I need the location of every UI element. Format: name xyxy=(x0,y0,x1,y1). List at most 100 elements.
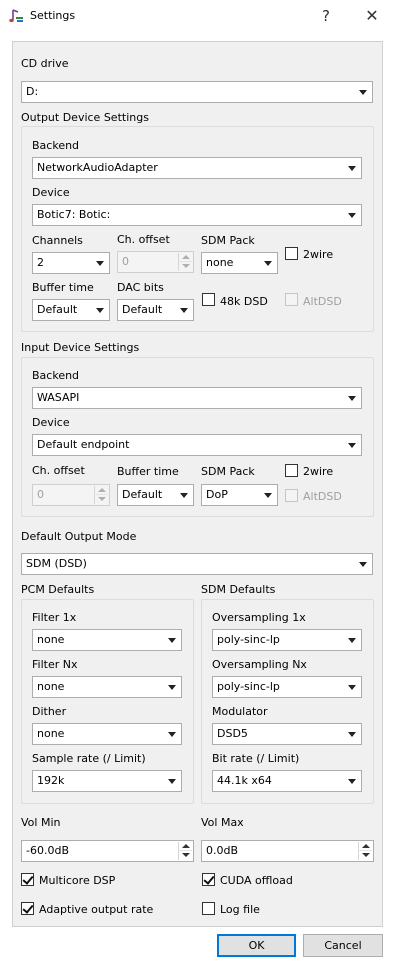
channels-select[interactable]: 2 xyxy=(32,252,110,274)
output-mode-select[interactable]: SDM (DSD) xyxy=(21,553,373,575)
chevron-down-icon xyxy=(359,562,367,567)
filter1x-select[interactable]: none xyxy=(32,629,182,651)
spin-down-icon[interactable] xyxy=(94,495,108,504)
chevron-down-icon xyxy=(96,261,104,266)
cancel-button[interactable]: Cancel xyxy=(303,934,383,957)
input-choffset-spinbox[interactable]: 0 xyxy=(32,484,110,506)
output-device-label: Device xyxy=(32,186,70,199)
vol-min-label: Vol Min xyxy=(21,816,61,829)
input-2wire-checkbox[interactable] xyxy=(285,464,298,477)
48k-dsd-checkbox[interactable] xyxy=(202,293,215,306)
multicore-dsp-checkbox[interactable] xyxy=(21,873,34,886)
sample-rate-label: Sample rate (/ Limit) xyxy=(32,752,146,765)
cuda-offload-checkbox[interactable] xyxy=(202,873,215,886)
log-file-label: Log file xyxy=(220,903,260,916)
multicore-dsp-label: Multicore DSP xyxy=(39,874,116,887)
spin-up-icon[interactable] xyxy=(178,253,192,262)
oversampling1x-label: Oversampling 1x xyxy=(212,611,306,624)
close-button[interactable]: ✕ xyxy=(360,4,384,28)
output-altdsd-label: AltDSD xyxy=(303,295,342,308)
input-device-value: Default endpoint xyxy=(37,438,130,451)
48k-dsd-label: 48k DSD xyxy=(220,295,268,308)
chevron-down-icon xyxy=(348,443,356,448)
spin-up-icon[interactable] xyxy=(178,842,192,851)
input-device-select[interactable]: Default endpoint xyxy=(32,434,362,456)
bit-rate-value: 44.1k x64 xyxy=(217,774,272,787)
chevron-down-icon xyxy=(348,779,356,784)
spin-up-icon[interactable] xyxy=(358,842,372,851)
input-2wire-label: 2wire xyxy=(303,465,334,478)
spin-up-icon[interactable] xyxy=(94,486,108,495)
output-choffset-label: Ch. offset xyxy=(117,233,170,246)
output-backend-label: Backend xyxy=(32,139,80,152)
output-backend-select[interactable]: NetworkAudioAdapter xyxy=(32,157,362,179)
output-group-title: Output Device Settings xyxy=(21,111,149,124)
sample-rate-select[interactable]: 192k xyxy=(32,770,182,792)
channels-value: 2 xyxy=(37,256,44,269)
output-buffer-label: Buffer time xyxy=(32,281,94,294)
filter1x-label: Filter 1x xyxy=(32,611,77,624)
output-device-select[interactable]: Botic7: Botic: xyxy=(32,204,362,226)
title-bar: Settings ? ✕ xyxy=(0,0,395,32)
bit-rate-label: Bit rate (/ Limit) xyxy=(212,752,300,765)
output-sdmpack-label: SDM Pack xyxy=(201,234,255,247)
input-backend-label: Backend xyxy=(32,369,80,382)
window-title: Settings xyxy=(30,9,76,22)
help-button[interactable]: ? xyxy=(314,4,338,28)
input-sdmpack-label: SDM Pack xyxy=(201,465,255,478)
chevron-down-icon xyxy=(168,732,176,737)
chevron-down-icon xyxy=(348,732,356,737)
filternx-select[interactable]: none xyxy=(32,676,182,698)
input-sdmpack-select[interactable]: DoP xyxy=(201,484,278,506)
input-device-label: Device xyxy=(32,416,70,429)
output-mode-value: SDM (DSD) xyxy=(26,557,87,570)
chevron-down-icon xyxy=(348,166,356,171)
chevron-down-icon xyxy=(348,213,356,218)
chevron-down-icon xyxy=(264,261,272,266)
cuda-offload-label: CUDA offload xyxy=(220,874,293,887)
cd-drive-select[interactable]: D: xyxy=(21,81,373,103)
chevron-down-icon xyxy=(264,493,272,498)
app-icon xyxy=(9,9,23,23)
input-group-title: Input Device Settings xyxy=(21,341,140,354)
output-device-value: Botic7: Botic: xyxy=(37,208,111,221)
chevron-down-icon xyxy=(168,779,176,784)
ok-button[interactable]: OK xyxy=(217,934,296,957)
input-backend-select[interactable]: WASAPI xyxy=(32,387,362,409)
output-choffset-spinbox[interactable]: 0 xyxy=(117,251,194,273)
modulator-label: Modulator xyxy=(212,705,268,718)
modulator-select[interactable]: DSD5 xyxy=(212,723,362,745)
filternx-value: none xyxy=(37,680,65,693)
oversampling1x-select[interactable]: poly-sinc-lp xyxy=(212,629,362,651)
vol-min-spinbox[interactable]: -60.0dB xyxy=(21,840,194,862)
cd-drive-label: CD drive xyxy=(21,57,69,70)
spin-down-icon[interactable] xyxy=(178,851,192,860)
log-file-checkbox[interactable] xyxy=(202,902,215,915)
filter1x-value: none xyxy=(37,633,65,646)
input-altdsd-checkbox[interactable] xyxy=(285,489,298,502)
input-buffer-select[interactable]: Default xyxy=(117,484,194,506)
spin-down-icon[interactable] xyxy=(178,262,192,271)
vol-max-value: 0.0dB xyxy=(206,844,239,857)
adaptive-rate-checkbox[interactable] xyxy=(21,902,34,915)
spin-down-icon[interactable] xyxy=(358,851,372,860)
chevron-down-icon xyxy=(348,396,356,401)
adaptive-rate-label: Adaptive output rate xyxy=(39,903,154,916)
pcm-group-title: PCM Defaults xyxy=(21,583,95,596)
output-choffset-value: 0 xyxy=(122,255,129,268)
dither-label: Dither xyxy=(32,705,67,718)
output-2wire-checkbox[interactable] xyxy=(285,247,298,260)
input-buffer-label: Buffer time xyxy=(117,465,179,478)
input-sdmpack-value: DoP xyxy=(206,488,228,501)
dither-select[interactable]: none xyxy=(32,723,182,745)
chevron-down-icon xyxy=(348,685,356,690)
dacbits-select[interactable]: Default xyxy=(117,299,194,321)
chevron-down-icon xyxy=(96,308,104,313)
bit-rate-select[interactable]: 44.1k x64 xyxy=(212,770,362,792)
output-altdsd-checkbox[interactable] xyxy=(285,293,298,306)
output-buffer-select[interactable]: Default xyxy=(32,299,110,321)
vol-max-spinbox[interactable]: 0.0dB xyxy=(201,840,374,862)
output-sdmpack-select[interactable]: none xyxy=(201,252,278,274)
chevron-down-icon xyxy=(180,493,188,498)
oversamplingnx-select[interactable]: poly-sinc-lp xyxy=(212,676,362,698)
